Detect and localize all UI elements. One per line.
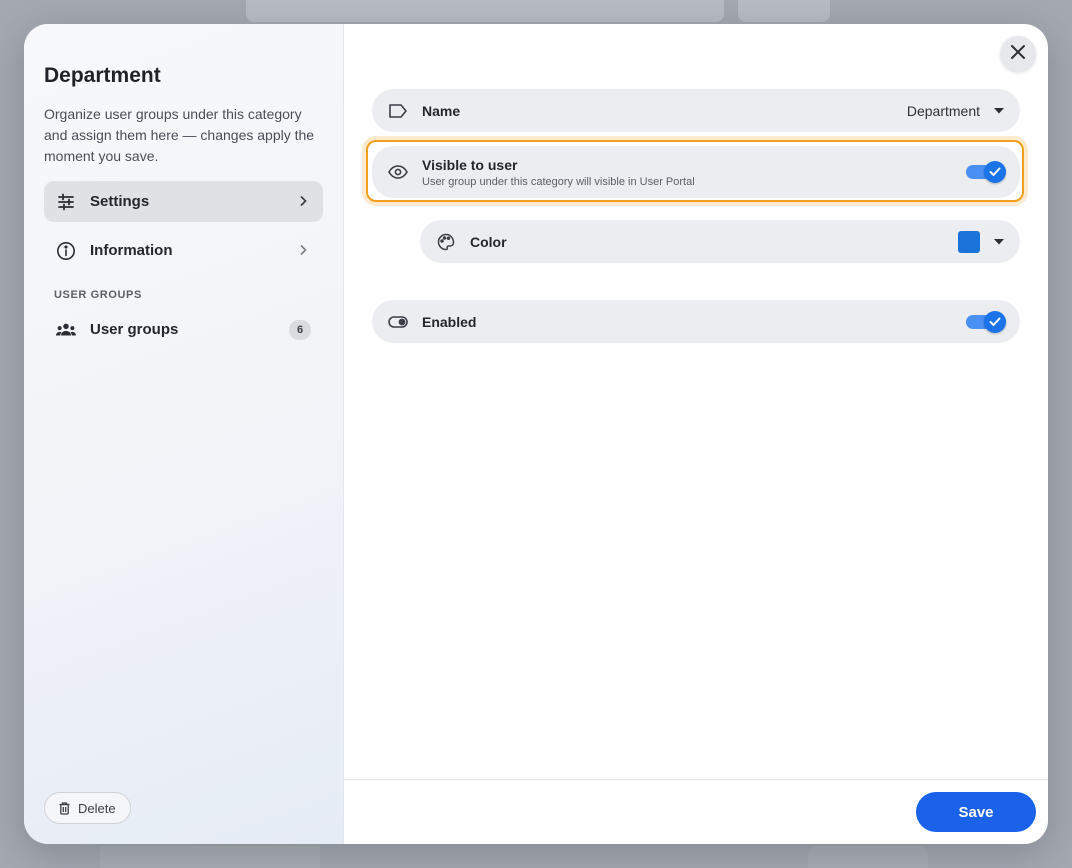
background-footer-right <box>808 846 928 868</box>
info-icon <box>56 241 76 261</box>
visible-toggle[interactable] <box>966 161 1006 183</box>
sidebar-item-label: Information <box>90 242 173 259</box>
delete-button[interactable]: Delete <box>44 792 131 824</box>
trash-icon <box>59 801 70 815</box>
sidebar-description: Organize user groups under this category… <box>44 106 315 164</box>
section-label-user-groups: USER GROUPS <box>54 289 142 301</box>
user-groups-count-badge: 6 <box>289 319 311 340</box>
visible-text: Visible to user User group under this ca… <box>422 157 966 188</box>
visible-label: Visible to user <box>422 156 518 173</box>
sidebar-item-settings[interactable]: Settings <box>44 181 323 222</box>
close-icon <box>1011 44 1025 64</box>
background-search <box>246 0 724 22</box>
sidebar-item-label: User groups <box>90 321 179 338</box>
check-icon <box>984 310 1006 333</box>
sidebar-title: Department <box>44 64 161 87</box>
toggle-icon <box>388 312 408 332</box>
modal-main: Name Department Visible to user User gro… <box>344 24 1048 844</box>
color-label: Color <box>470 233 507 250</box>
check-icon <box>984 161 1006 183</box>
category-settings-modal: Department Organize user groups under th… <box>24 24 1048 844</box>
close-button[interactable] <box>1000 36 1036 72</box>
visible-to-user-field[interactable]: Visible to user User group under this ca… <box>372 146 1020 198</box>
caret-down-icon <box>994 237 1004 247</box>
name-field[interactable]: Name Department <box>372 89 1020 132</box>
background-action <box>738 0 830 22</box>
name-value: Department <box>906 102 980 119</box>
enabled-toggle[interactable] <box>966 310 1006 333</box>
modal-sidebar: Department Organize user groups under th… <box>24 24 344 844</box>
chevron-right-icon <box>295 194 311 210</box>
enabled-field[interactable]: Enabled <box>372 300 1020 343</box>
save-button[interactable]: Save <box>916 792 1036 832</box>
modal-footer: Save <box>344 779 1048 844</box>
color-swatch <box>958 230 980 253</box>
caret-down-icon <box>994 106 1004 116</box>
sidebar-item-user-groups[interactable]: User groups 6 <box>44 309 323 350</box>
background-footer-left <box>100 846 320 868</box>
delete-label: Delete <box>78 800 116 816</box>
label-tag-icon <box>388 101 408 121</box>
eye-icon <box>388 162 408 182</box>
name-label: Name <box>422 102 461 119</box>
users-icon <box>56 320 76 340</box>
sliders-icon <box>56 192 76 212</box>
visible-sublabel: User group under this category will visi… <box>422 175 695 188</box>
sidebar-item-information[interactable]: Information <box>44 230 323 271</box>
chevron-right-icon <box>295 243 311 259</box>
enabled-label: Enabled <box>422 313 477 330</box>
palette-icon <box>436 232 456 252</box>
sidebar-item-label: Settings <box>90 193 150 210</box>
color-field[interactable]: Color <box>420 220 1020 263</box>
